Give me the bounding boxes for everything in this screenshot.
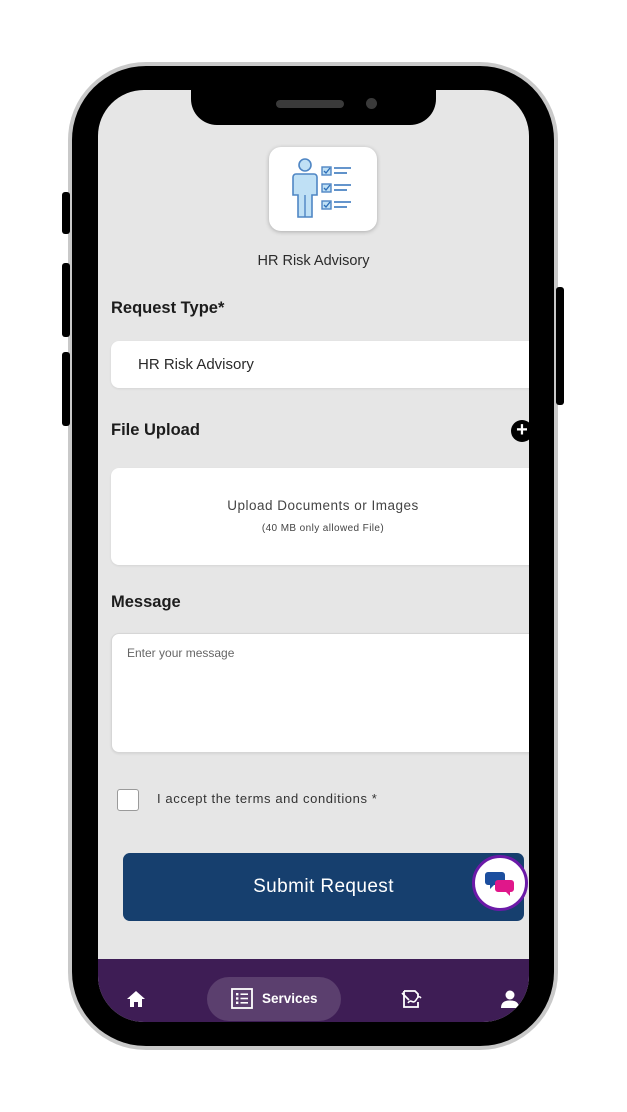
phone-speaker — [276, 100, 344, 108]
file-upload-label: File Upload — [111, 421, 200, 439]
app-screen: HR Risk Advisory Request Type* HR Risk A… — [98, 90, 529, 1022]
request-type-value: HR Risk Advisory — [138, 356, 254, 373]
list-icon — [231, 988, 253, 1009]
home-icon[interactable] — [126, 990, 146, 1008]
document-sign-icon[interactable] — [400, 989, 422, 1009]
chat-bubbles-icon — [485, 872, 514, 896]
terms-label: I accept the terms and conditions * — [157, 791, 378, 806]
phone-volume-up — [62, 263, 70, 337]
upload-dropzone-text: Upload Documents or Images — [227, 498, 419, 513]
phone-mute-switch — [62, 192, 70, 234]
phone-notch — [191, 84, 436, 125]
message-label: Message — [111, 593, 181, 611]
phone-camera — [366, 98, 377, 109]
user-icon[interactable] — [500, 989, 520, 1009]
phone-volume-down — [62, 352, 70, 426]
phone-power-button — [556, 287, 564, 405]
nav-item-services[interactable]: Services — [207, 977, 341, 1021]
request-type-label: Request Type* — [111, 299, 225, 317]
service-title: HR Risk Advisory — [257, 253, 370, 269]
terms-checkbox[interactable] — [117, 789, 139, 811]
bottom-nav: Services — [98, 959, 529, 1022]
request-type-field[interactable]: HR Risk Advisory — [111, 341, 529, 388]
nav-services-label: Services — [262, 991, 318, 1006]
plus-circle-icon[interactable]: + — [511, 420, 529, 442]
upload-dropzone-subtext: (40 MB only allowed File) — [261, 523, 385, 534]
message-placeholder: Enter your message — [127, 646, 235, 660]
service-logo-card — [269, 147, 377, 231]
submit-request-button[interactable]: Submit Request — [123, 853, 524, 921]
chat-button[interactable] — [472, 855, 528, 911]
message-textarea[interactable]: Enter your message — [111, 633, 529, 753]
file-upload-dropzone[interactable]: Upload Documents or Images (40 MB only a… — [111, 468, 529, 565]
hr-checklist-icon — [292, 158, 351, 218]
